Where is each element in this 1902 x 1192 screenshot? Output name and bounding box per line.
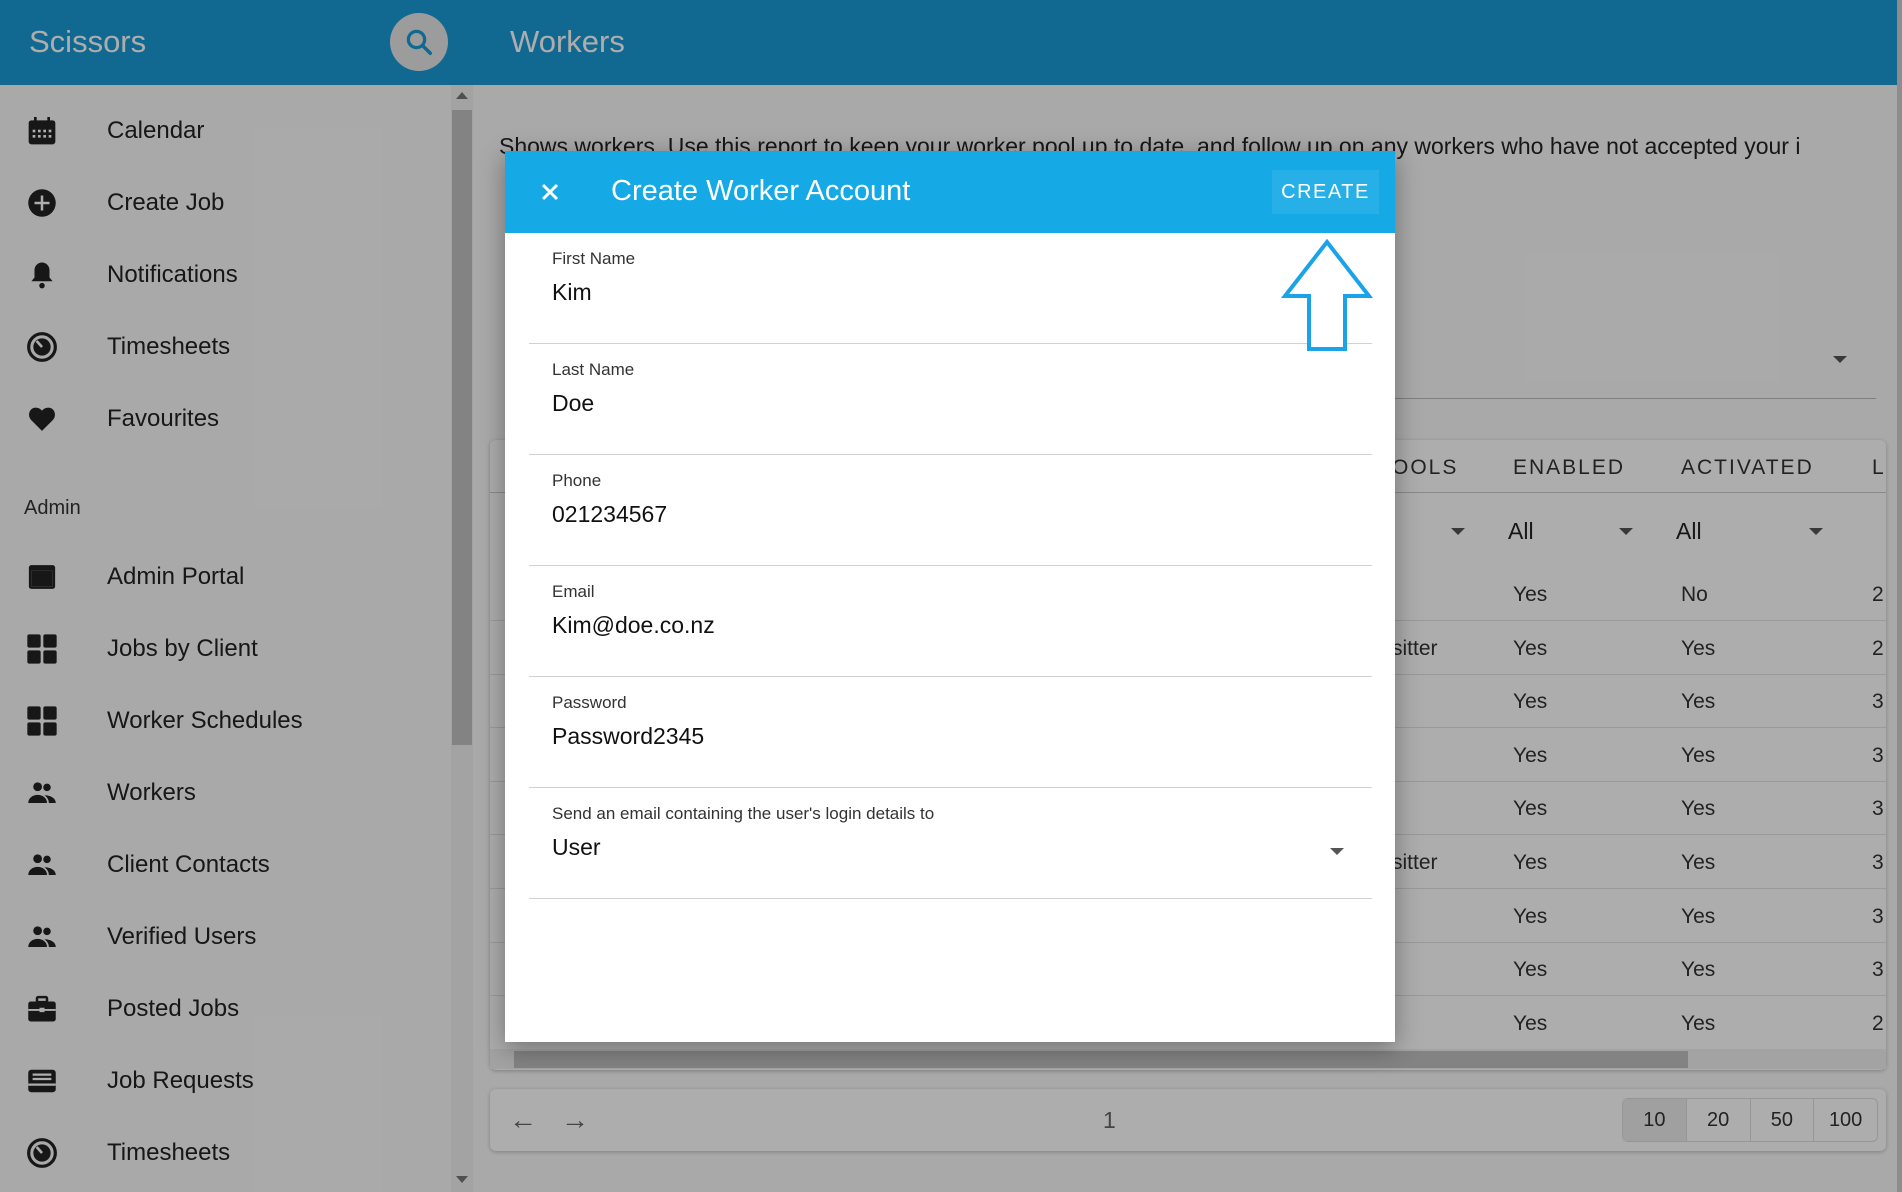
dialog-title: Create Worker Account bbox=[611, 175, 911, 207]
create-worker-dialog: Create Worker Account CREATE First Name … bbox=[505, 151, 1395, 1042]
last-name-field: Last Name bbox=[529, 344, 1372, 455]
first-name-input[interactable] bbox=[552, 279, 1332, 306]
phone-input[interactable] bbox=[552, 501, 1332, 528]
email-field: Email bbox=[529, 566, 1372, 677]
field-label: Email bbox=[552, 582, 595, 601]
dialog-toolbar: Create Worker Account CREATE bbox=[505, 151, 1395, 233]
annotation-arrow-icon bbox=[1281, 239, 1373, 351]
close-icon bbox=[541, 183, 559, 201]
chevron-down-icon[interactable] bbox=[1330, 848, 1344, 855]
field-label: Phone bbox=[552, 471, 602, 490]
field-label: First Name bbox=[552, 249, 636, 268]
field-label: Send an email containing the user's logi… bbox=[552, 804, 935, 823]
field-label: Password bbox=[552, 693, 627, 712]
send-email-select[interactable]: User bbox=[552, 834, 1332, 861]
field-label: Last Name bbox=[552, 360, 635, 379]
create-button[interactable]: CREATE bbox=[1272, 170, 1379, 214]
first-name-field: First Name bbox=[529, 233, 1372, 344]
phone-field: Phone bbox=[529, 455, 1372, 566]
password-field: Password bbox=[529, 677, 1372, 788]
send-email-select-field[interactable]: Send an email containing the user's logi… bbox=[529, 788, 1372, 899]
close-button[interactable] bbox=[529, 171, 571, 213]
password-input[interactable] bbox=[552, 723, 1332, 750]
last-name-input[interactable] bbox=[552, 390, 1332, 417]
email-input[interactable] bbox=[552, 612, 1332, 639]
